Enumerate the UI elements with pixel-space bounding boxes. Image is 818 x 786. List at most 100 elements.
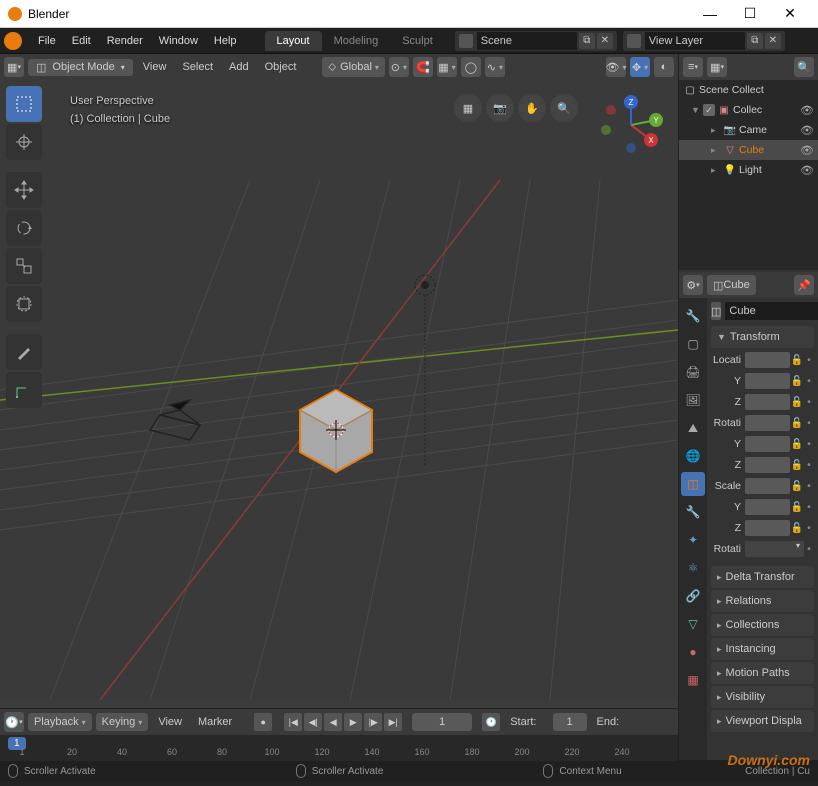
rotation-x-field[interactable]: [745, 415, 790, 431]
3d-viewport[interactable]: User Perspective (1) Collection | Cube ▦…: [0, 80, 678, 708]
scene-selector[interactable]: ⧉ ✕: [455, 31, 617, 51]
tab-modifiers[interactable]: 🔧: [681, 500, 705, 524]
tab-world[interactable]: 🌐: [681, 444, 705, 468]
pivot-button[interactable]: ⊙: [389, 57, 409, 77]
tool-scale[interactable]: [6, 248, 42, 284]
outliner-search-button[interactable]: 🔍: [794, 57, 814, 77]
visibility-toggle[interactable]: 👁: [800, 104, 814, 117]
close-button[interactable]: ✕: [770, 0, 810, 28]
menu-window[interactable]: Window: [151, 35, 206, 47]
delete-scene-button[interactable]: ✕: [597, 33, 613, 49]
minimize-button[interactable]: —: [690, 0, 730, 28]
tool-rotate[interactable]: [6, 210, 42, 246]
timeline-ruler[interactable]: 1 1 20 40 60 80 100 120 140 160 180 200 …: [0, 735, 678, 761]
timeline-editor-type[interactable]: 🕐▾: [4, 712, 24, 732]
scale-z-field[interactable]: [745, 520, 790, 536]
object-name-field[interactable]: [725, 302, 818, 320]
keying-menu[interactable]: Keying: [96, 713, 149, 731]
editor-type-button[interactable]: ▦▾: [4, 57, 24, 77]
tool-annotate[interactable]: [6, 334, 42, 370]
tab-render[interactable]: ▢: [681, 332, 705, 356]
rotation-mode-dropdown[interactable]: ▾: [745, 541, 804, 557]
current-frame-field[interactable]: 1: [412, 713, 472, 731]
pan-button[interactable]: ✋: [518, 94, 546, 122]
outliner-cube-row[interactable]: ▸ ▽ Cube 👁: [679, 140, 818, 160]
rotation-z-field[interactable]: [745, 457, 790, 473]
scene-name-field[interactable]: [477, 32, 577, 50]
tab-scene[interactable]: ⛰: [681, 416, 705, 440]
timeline-view-menu[interactable]: View: [152, 716, 188, 728]
gizmo-toggle[interactable]: ✥: [630, 57, 650, 77]
new-scene-button[interactable]: ⧉: [579, 33, 595, 49]
visibility-button[interactable]: 👁: [606, 57, 626, 77]
menu-edit[interactable]: Edit: [64, 35, 99, 47]
collection-checkbox[interactable]: ✓: [703, 104, 715, 116]
tab-constraints[interactable]: 🔗: [681, 584, 705, 608]
expand-icon[interactable]: ▸: [711, 165, 721, 176]
tab-physics[interactable]: ⚛: [681, 556, 705, 580]
pin-button[interactable]: 📌: [794, 275, 814, 295]
zoom-button[interactable]: 🔍: [550, 94, 578, 122]
rotation-y-field[interactable]: [745, 436, 790, 452]
outliner-scene-row[interactable]: ▢ Scene Collect: [679, 80, 818, 100]
snap-options[interactable]: ▦: [437, 57, 457, 77]
viewlayer-name-field[interactable]: [645, 32, 745, 50]
navigation-gizmo[interactable]: X Y Z: [596, 90, 666, 160]
tab-material[interactable]: ●: [681, 640, 705, 664]
location-x-field[interactable]: [745, 352, 790, 368]
location-z-field[interactable]: [745, 394, 790, 410]
tab-sculpt[interactable]: Sculpt: [390, 31, 445, 51]
expand-icon[interactable]: ▼: [691, 105, 701, 115]
autokey-toggle[interactable]: ●: [254, 713, 272, 731]
tab-data[interactable]: ▽: [681, 612, 705, 636]
outliner-tree[interactable]: ▢ Scene Collect ▼ ✓ ▣ Collec 👁 ▸ 📷 Came …: [679, 80, 818, 270]
timeline-marker-menu[interactable]: Marker: [192, 716, 238, 728]
jump-prev-key-button[interactable]: ◀|: [304, 713, 322, 731]
tab-layout[interactable]: Layout: [265, 31, 322, 51]
preview-range-button[interactable]: 🕐: [482, 713, 500, 731]
menu-render[interactable]: Render: [99, 35, 151, 47]
outliner-camera-row[interactable]: ▸ 📷 Came 👁: [679, 120, 818, 140]
visibility-toggle[interactable]: 👁: [800, 144, 814, 157]
relations-panel[interactable]: ▸Relations: [711, 590, 814, 612]
tool-transform[interactable]: [6, 286, 42, 322]
tab-tool[interactable]: 🔧: [681, 304, 705, 328]
camera-view-button[interactable]: ▦: [454, 94, 482, 122]
tab-modeling[interactable]: Modeling: [322, 31, 391, 51]
play-reverse-button[interactable]: ◀: [324, 713, 342, 731]
scale-y-field[interactable]: [745, 499, 790, 515]
instancing-panel[interactable]: ▸Instancing: [711, 638, 814, 660]
tool-measure[interactable]: [6, 372, 42, 408]
expand-icon[interactable]: ▸: [711, 145, 721, 156]
tab-viewlayer[interactable]: 🖼: [681, 388, 705, 412]
collections-panel[interactable]: ▸Collections: [711, 614, 814, 636]
transform-panel-header[interactable]: ▼Transform: [711, 326, 814, 348]
delta-transform-panel[interactable]: ▸Delta Transfor: [711, 566, 814, 588]
play-button[interactable]: ▶: [344, 713, 362, 731]
visibility-panel[interactable]: ▸Visibility: [711, 686, 814, 708]
expand-icon[interactable]: ▸: [711, 125, 721, 136]
viewport-menu-view[interactable]: View: [137, 61, 173, 73]
maximize-button[interactable]: ☐: [730, 0, 770, 28]
orientation-selector[interactable]: ⬦Global: [322, 57, 385, 77]
delete-layer-button[interactable]: ✕: [765, 33, 781, 49]
visibility-toggle[interactable]: 👁: [800, 164, 814, 177]
tab-particles[interactable]: ✦: [681, 528, 705, 552]
viewlayer-selector[interactable]: ⧉ ✕: [623, 31, 785, 51]
outliner-light-row[interactable]: ▸ 💡 Light 👁: [679, 160, 818, 180]
properties-breadcrumb[interactable]: ◫ Cube: [707, 275, 756, 295]
menu-help[interactable]: Help: [206, 35, 245, 47]
new-layer-button[interactable]: ⧉: [747, 33, 763, 49]
playback-menu[interactable]: Playback: [28, 713, 92, 731]
outliner-display-mode[interactable]: ▦▾: [707, 57, 727, 77]
viewport-display-panel[interactable]: ▸Viewport Displa: [711, 710, 814, 732]
visibility-toggle[interactable]: 👁: [800, 124, 814, 137]
tool-move[interactable]: [6, 172, 42, 208]
viewport-menu-object[interactable]: Object: [259, 61, 303, 73]
tab-object[interactable]: ◫: [681, 472, 705, 496]
motion-paths-panel[interactable]: ▸Motion Paths: [711, 662, 814, 684]
snap-toggle[interactable]: 🧲: [413, 57, 433, 77]
location-y-field[interactable]: [745, 373, 790, 389]
toggle-camera-button[interactable]: 📷: [486, 94, 514, 122]
tool-cursor[interactable]: [6, 124, 42, 160]
